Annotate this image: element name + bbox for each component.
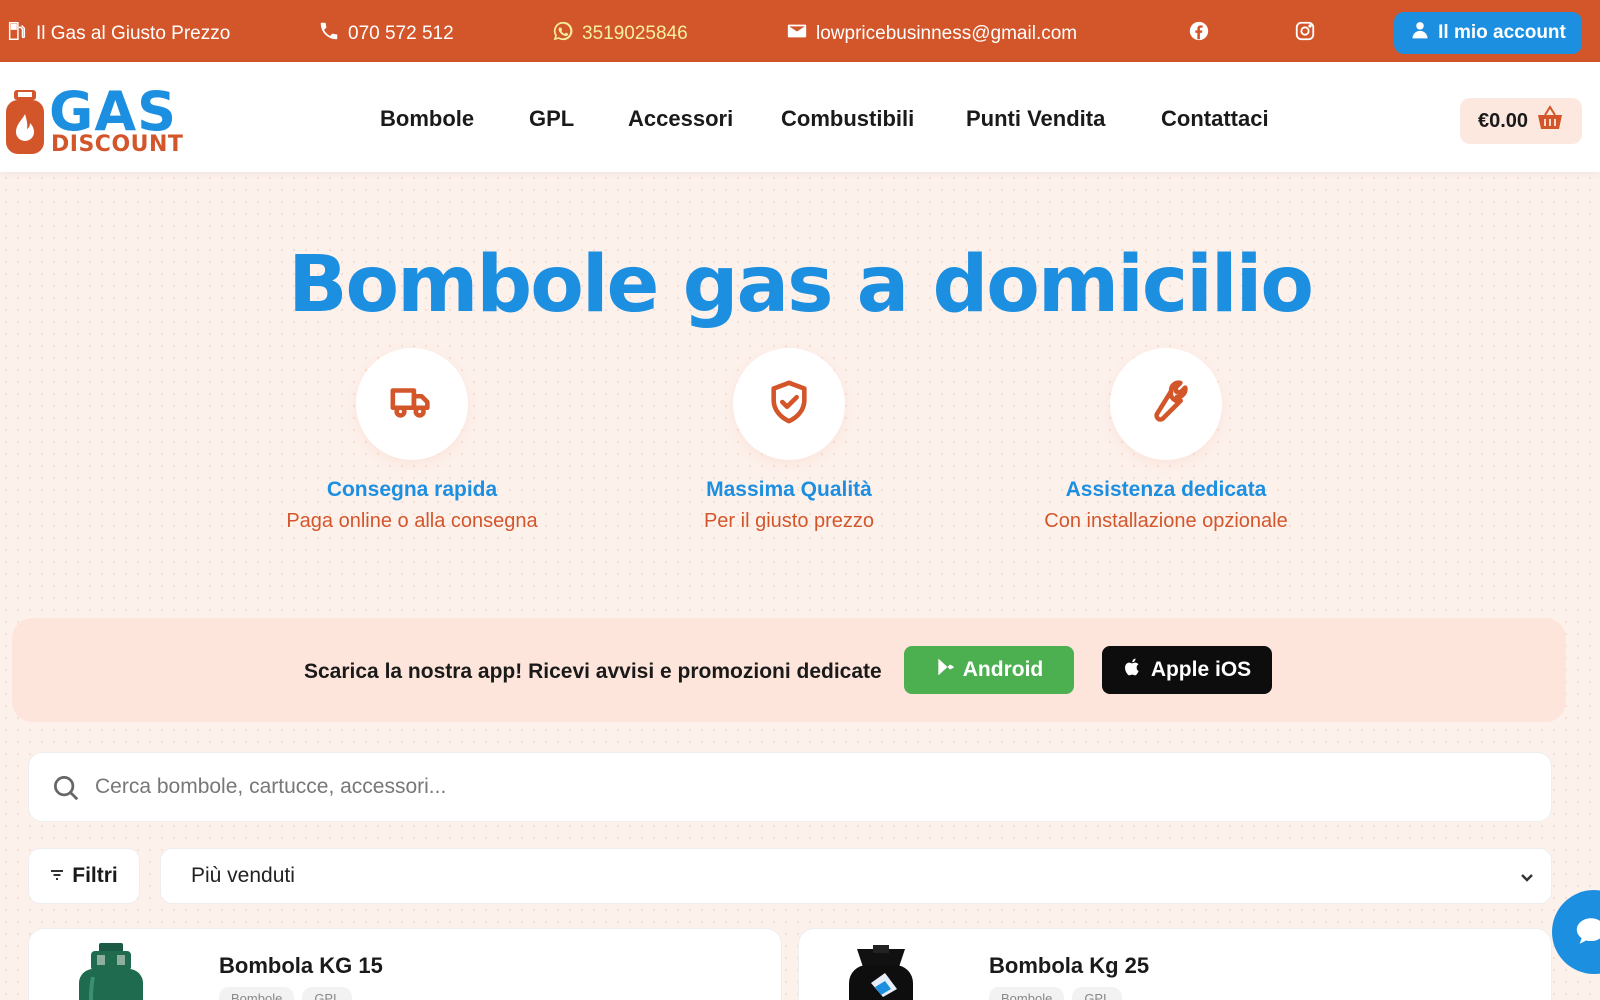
feature-title: Assistenza dedicata	[1065, 478, 1267, 501]
ios-download-button[interactable]: Apple iOS	[1102, 646, 1272, 694]
user-icon	[1410, 20, 1430, 46]
logo-text-discount: DISCOUNT	[51, 132, 184, 157]
phone-link[interactable]: 070 572 512	[318, 20, 454, 48]
shield-check-icon	[766, 379, 812, 430]
product-name: Bombola Kg 25	[989, 953, 1150, 978]
my-account-label: Il mio account	[1438, 22, 1566, 43]
nav-item-punti-vendita[interactable]: Punti Vendita	[966, 106, 1105, 132]
product-tag: Bombole	[219, 987, 295, 1000]
logo[interactable]: GAS DISCOUNT	[4, 80, 190, 160]
product-tag: GPL	[1072, 987, 1123, 1000]
android-download-button[interactable]: Android	[904, 646, 1074, 694]
phone-number: 070 572 512	[348, 23, 454, 44]
email-address: lowpricebusinness@gmail.com	[816, 23, 1078, 44]
app-banner: Scarica la nostra app! Ricevi avvisi e p…	[12, 618, 1566, 722]
truck-icon	[389, 379, 435, 430]
nav-item-accessori[interactable]: Accessori	[628, 106, 733, 132]
instagram-link[interactable]	[1294, 20, 1316, 48]
facebook-icon	[1188, 20, 1210, 48]
main-nav: GAS DISCOUNT Bombole GPL Accessori Combu…	[0, 62, 1600, 172]
nav-item-combustibili[interactable]: Combustibili	[781, 106, 914, 132]
filter-icon	[50, 864, 64, 888]
slogan-text: Il Gas al Giusto Prezzo	[36, 23, 231, 44]
filters-button[interactable]: Filtri	[28, 848, 140, 904]
facebook-link[interactable]	[1188, 20, 1210, 48]
wrench-icon	[1143, 379, 1189, 430]
nav-item-gpl[interactable]: GPL	[529, 106, 574, 132]
sort-select[interactable]: Più venduti	[160, 848, 1552, 904]
my-account-button[interactable]: Il mio account	[1394, 12, 1582, 54]
search-box	[28, 752, 1552, 822]
feature-fast-delivery: Consegna rapida Paga online o alla conse…	[232, 348, 592, 533]
product-name: Bombola KG 15	[219, 953, 383, 978]
feature-quality: Massima Qualità Per il giusto prezzo	[609, 348, 969, 533]
email-link[interactable]: lowpricebusinness@gmail.com	[786, 20, 1077, 48]
sort-selected-value: Più venduti	[191, 864, 295, 887]
apple-icon	[1123, 657, 1143, 683]
product-card[interactable]: Bombola KG 15 Bombole GPL	[28, 928, 782, 1000]
feature-title: Massima Qualità	[706, 478, 872, 501]
app-banner-text: Scarica la nostra app! Ricevi avvisi e p…	[304, 660, 882, 683]
feature-subtitle: Paga online o alla consegna	[286, 510, 538, 532]
product-tags: Bombole GPL	[219, 987, 353, 1000]
mail-icon	[786, 20, 808, 48]
search-input[interactable]	[95, 753, 1535, 821]
hero-title: Bombole gas a domicilio	[288, 240, 1314, 330]
slogan: Il Gas al Giusto Prezzo	[6, 20, 230, 48]
feature-icon-circle	[356, 348, 468, 460]
instagram-icon	[1294, 20, 1316, 48]
feature-subtitle: Con installazione opzionale	[1044, 510, 1288, 532]
product-tag: GPL	[302, 987, 353, 1000]
feature-title: Consegna rapida	[326, 478, 498, 501]
top-bar: Il Gas al Giusto Prezzo 070 572 512 3519…	[0, 0, 1600, 68]
nav-item-bombole[interactable]: Bombole	[380, 106, 474, 132]
product-tag: Bombole	[989, 987, 1065, 1000]
google-play-icon	[935, 657, 955, 683]
android-label: Android	[962, 658, 1044, 681]
filters-label: Filtri	[72, 864, 118, 887]
green-gas-cylinder-image	[79, 943, 143, 1000]
whatsapp-number: 3519025846	[582, 23, 688, 44]
product-card[interactable]: Bombola Kg 25 Bombole GPL	[798, 928, 1552, 1000]
whatsapp-icon	[552, 20, 574, 48]
ios-label: Apple iOS	[1150, 658, 1252, 681]
product-tags: Bombole GPL	[989, 987, 1123, 1000]
gas-cylinder-logo-icon	[6, 90, 44, 154]
whatsapp-link[interactable]: 3519025846	[552, 20, 688, 48]
feature-support: Assistenza dedicata Con installazione op…	[986, 348, 1346, 533]
feature-icon-circle	[1110, 348, 1222, 460]
phone-icon	[318, 20, 340, 48]
basket-icon	[1536, 105, 1564, 137]
cart-total: €0.00	[1477, 109, 1529, 132]
nav-item-contattaci[interactable]: Contattaci	[1161, 106, 1269, 132]
black-gas-cylinder-image	[849, 945, 913, 1000]
gas-pump-icon	[6, 20, 28, 48]
feature-icon-circle	[733, 348, 845, 460]
cart-button[interactable]: €0.00	[1460, 98, 1582, 144]
feature-subtitle: Per il giusto prezzo	[703, 510, 875, 532]
